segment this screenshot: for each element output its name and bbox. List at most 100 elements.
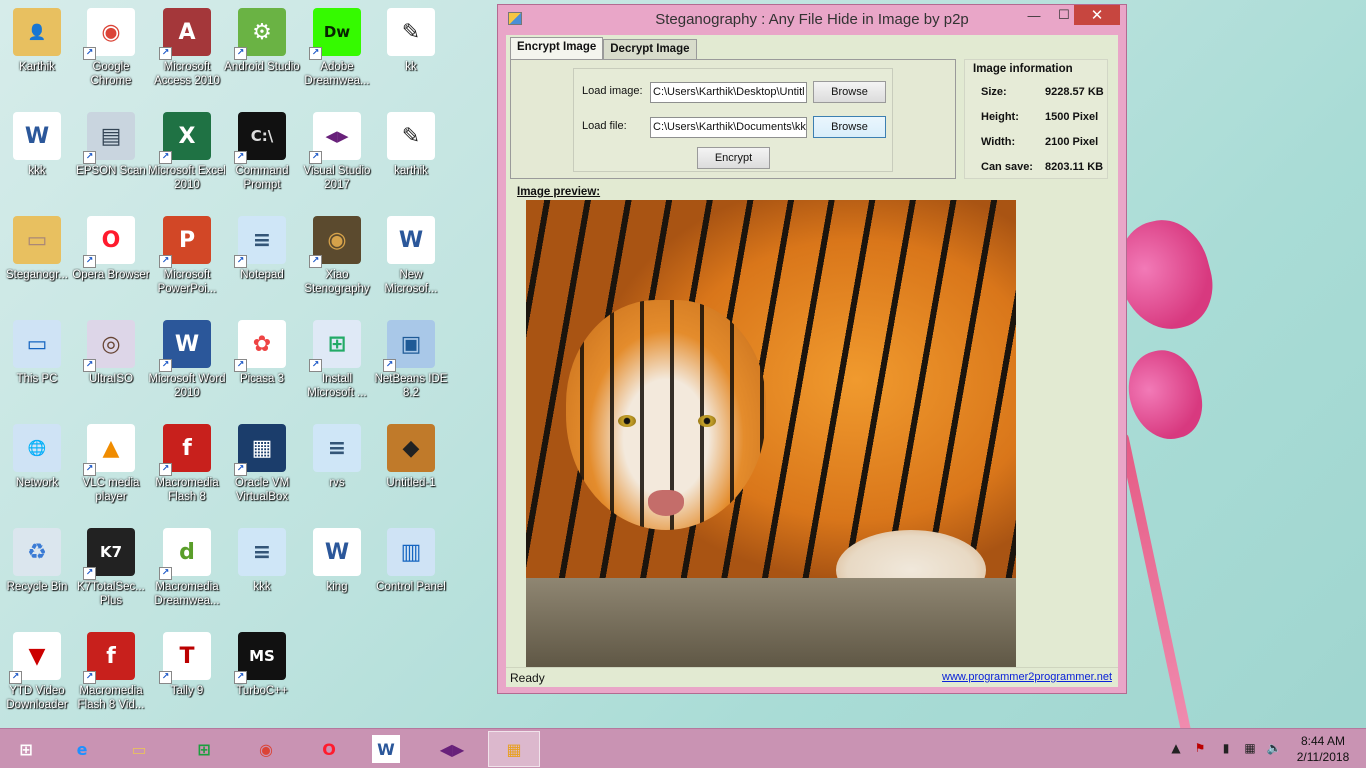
desktop-icon[interactable]: f ↗ Macromedia Flash 8 Vid... — [74, 626, 148, 722]
icon-glyph: ▤ — [100, 123, 122, 149]
start-button[interactable]: ⊞ — [0, 731, 52, 767]
internet-explorer-taskbar[interactable]: e — [56, 731, 108, 767]
desktop-icon[interactable]: MS ↗ TurboC++ — [225, 626, 299, 722]
desktop-icon[interactable]: ▼ ↗ YTD Video Downloader — [0, 626, 74, 722]
icon-glyph: ◉ — [327, 227, 347, 253]
icon-glyph: ✿ — [252, 331, 272, 357]
wallpaper-flower — [1119, 342, 1211, 448]
desktop-icon[interactable]: 👤 Karthik — [0, 2, 74, 98]
browse-file-button[interactable]: Browse — [813, 116, 886, 138]
tiger-eye — [698, 415, 716, 427]
encrypt-group: Load image: C:\Users\Karthik\Desktop\Unt… — [573, 68, 893, 172]
desktop-icon[interactable]: O ↗ Opera Browser — [72, 210, 150, 306]
volume-icon[interactable]: 🔈 — [1266, 738, 1282, 758]
desktop-icon[interactable]: ✿ ↗ Picasa 3 — [225, 314, 299, 410]
desktop-icon[interactable]: f ↗ Macromedia Flash 8 — [150, 418, 224, 514]
desktop-icon[interactable]: ▦ ↗ Oracle VM VirtualBox — [225, 418, 299, 514]
desktop-icon[interactable]: ◆ Untitled-1 — [374, 418, 448, 514]
desktop-icon[interactable]: A ↗ Microsoft Access 2010 — [150, 2, 224, 98]
file-explorer-taskbar[interactable]: ▭ — [113, 731, 165, 767]
icon-glyph: A — [178, 19, 196, 45]
shortcut-arrow-icon: ↗ — [383, 359, 396, 372]
desktop-icon[interactable]: X ↗ Microsoft Excel 2010 — [148, 106, 226, 202]
desktop-icon[interactable]: ✎ kk — [374, 2, 448, 98]
desktop-icon[interactable]: ▭ This PC — [0, 314, 74, 410]
ytd-icon: ▼ ↗ — [9, 632, 61, 684]
desktop-icon[interactable]: 🌐 Network — [0, 418, 74, 514]
desktop-icon[interactable]: W ↗ Microsoft Word 2010 — [148, 314, 226, 410]
desktop-icon[interactable]: ◎ ↗ UltraISO — [74, 314, 148, 410]
tab-decrypt-image[interactable]: Decrypt Image — [603, 39, 697, 59]
desktop-icon[interactable]: P ↗ Microsoft PowerPoi... — [150, 210, 224, 306]
desktop-icon[interactable]: ⚙ ↗ Android Studio — [224, 2, 300, 98]
window-client: Encrypt Image Decrypt Image Load image: … — [506, 35, 1118, 687]
desktop-icon[interactable]: ▭ Steganogr... — [0, 210, 74, 306]
desktop-icon[interactable]: ♻ Recycle Bin — [0, 522, 74, 618]
title-bar[interactable]: Steganography : Any File Hide in Image b… — [498, 5, 1126, 33]
tab-encrypt-image[interactable]: Encrypt Image — [510, 37, 604, 59]
network-status-icon[interactable]: ▦ — [1242, 738, 1258, 758]
desktop-icon[interactable]: Wking — [300, 522, 374, 618]
desktop-icon[interactable]: ⊞ ↗ Install Microsoft ... — [300, 314, 374, 410]
word-taskbar[interactable]: W — [360, 731, 412, 767]
browse-image-button[interactable]: Browse — [813, 81, 886, 103]
shortcut-arrow-icon: ↗ — [309, 359, 322, 372]
status-text: Ready — [510, 671, 545, 685]
encrypt-button[interactable]: Encrypt — [697, 147, 770, 169]
desktop-icon[interactable]: ✎ karthik — [374, 106, 448, 202]
desktop-icon[interactable]: ≡ rvs — [300, 418, 374, 514]
desktop-icon[interactable]: K7 ↗ K7TotalSec... Plus — [74, 522, 148, 618]
desktop-icon[interactable]: ◀▶ ↗ Visual Studio 2017 — [300, 106, 374, 202]
tally-icon: T ↗ — [159, 632, 211, 684]
icon-glyph: ≡ — [252, 227, 272, 253]
wallpaper-stem — [1117, 432, 1193, 738]
close-button[interactable]: ✕ — [1074, 5, 1120, 25]
chrome-taskbar[interactable]: ◉ — [240, 731, 292, 767]
desktop-icon[interactable]: ▥ Control Panel — [374, 522, 448, 618]
desktop-icon[interactable]: Wkkk — [0, 106, 74, 202]
steganography-taskbar[interactable]: ▦ — [488, 731, 540, 767]
netbeans-icon: ▣ ↗ — [383, 320, 435, 372]
desktop-icon[interactable]: W New Microsof... — [374, 210, 448, 306]
tiger-nose — [648, 490, 684, 516]
system-clock[interactable]: 8:44 AM 2/11/2018 — [1290, 733, 1356, 765]
show-hidden-icons-icon[interactable]: ▲ — [1168, 738, 1184, 758]
desktop-icon[interactable]: ▤ ↗ EPSON Scan — [74, 106, 148, 202]
usb-icon[interactable]: ▮ — [1218, 738, 1234, 758]
desktop-icon[interactable]: ≡ kkk — [225, 522, 299, 618]
desktop-icon-label: Control Panel — [376, 581, 446, 593]
load-file-input[interactable]: C:\Users\Karthik\Documents\kk — [650, 117, 807, 138]
desktop-icon[interactable]: T ↗ Tally 9 — [150, 626, 224, 722]
desktop-icon-label: Karthik — [19, 61, 55, 73]
minimize-button[interactable]: — — [1020, 5, 1048, 25]
word-doc-icon: W — [313, 528, 361, 576]
desktop-icon[interactable]: Dw ↗ Adobe Dreamwea... — [300, 2, 374, 98]
desktop-icon-label: kkk — [253, 581, 271, 593]
word-doc-icon: W — [13, 112, 61, 160]
store-taskbar[interactable]: ⊞ — [178, 731, 230, 767]
icon-glyph: ≡ — [252, 539, 272, 565]
opera-taskbar[interactable]: O — [303, 731, 355, 767]
desktop-icon[interactable]: d ↗ Macromedia Dreamwea... — [150, 522, 224, 618]
desktop-icon[interactable]: ▲ ↗ VLC media player — [74, 418, 148, 514]
desktop-icon[interactable]: ≡ ↗ Notepad — [225, 210, 299, 306]
desktop-icon-label: Untitled-1 — [386, 477, 436, 489]
icon-glyph: ♻ — [27, 539, 47, 565]
desktop-icon[interactable]: C:\ ↗ Command Prompt — [225, 106, 299, 202]
desktop-icon[interactable]: ▣ ↗ NetBeans IDE 8.2 — [374, 314, 448, 410]
load-image-input[interactable]: C:\Users\Karthik\Desktop\Untitl — [650, 82, 807, 103]
desktop-icon-label: New Microsof... — [384, 269, 438, 295]
desktop-icon-label: Tally 9 — [170, 685, 204, 697]
desktop-icon[interactable]: ◉ ↗ Xiao Stenography — [300, 210, 374, 306]
turboc-icon: MS ↗ — [234, 632, 286, 684]
visual-studio-taskbar[interactable]: ◀▶ — [426, 731, 478, 767]
desktop-icon-label: Oracle VM VirtualBox — [234, 477, 290, 503]
desktop-icon-label: Xiao Stenography — [304, 269, 370, 295]
shortcut-arrow-icon: ↗ — [159, 47, 172, 60]
desktop-icon[interactable]: ◉ ↗ Google Chrome — [74, 2, 148, 98]
shortcut-arrow-icon: ↗ — [83, 671, 96, 684]
image-information-title: Image information — [973, 63, 1073, 75]
icon-glyph: f — [182, 435, 192, 461]
action-center-flag-icon[interactable]: ⚑ — [1192, 738, 1208, 758]
website-link[interactable]: www.programmer2programmer.net — [942, 671, 1112, 683]
